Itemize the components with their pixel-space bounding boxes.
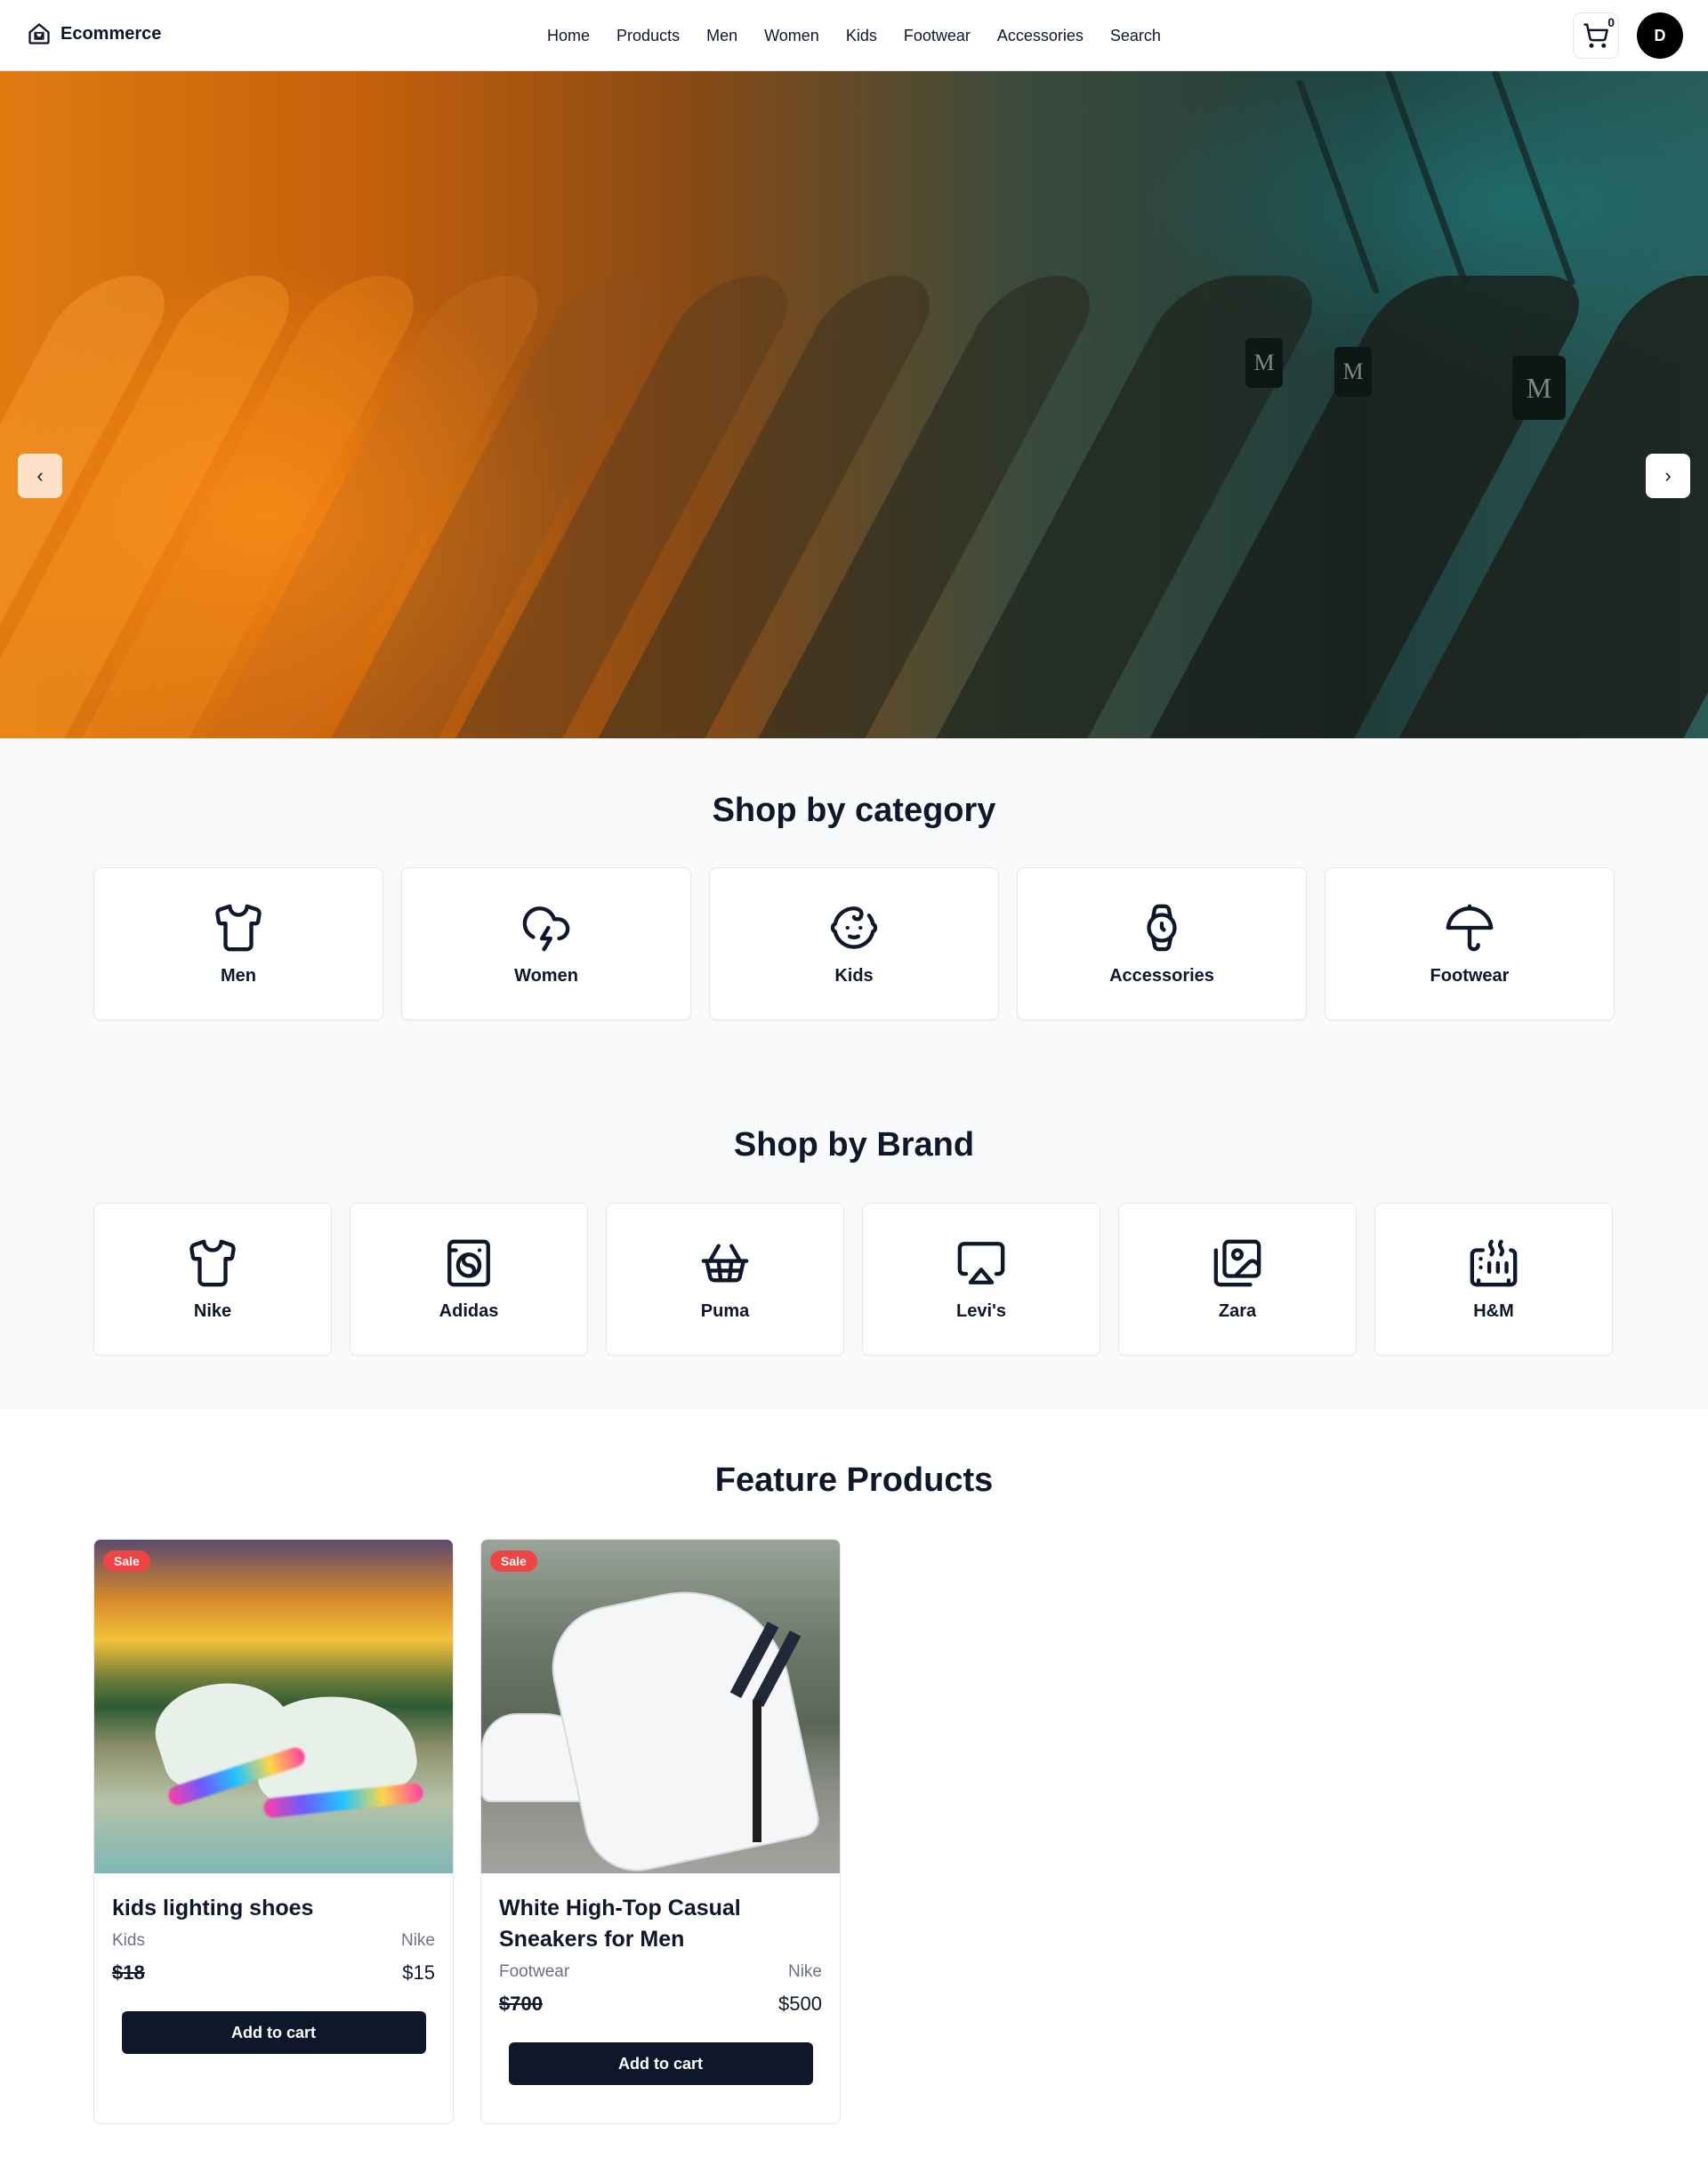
brand-label: Levi's	[956, 1300, 1006, 1321]
brand-section-title: Shop by Brand	[733, 1126, 975, 1163]
brand-card-zara[interactable]: Zara	[1118, 1203, 1357, 1356]
sale-badge: Sale	[490, 1550, 537, 1572]
category-label: Kids	[834, 965, 874, 986]
product-pricing: $700 $500	[499, 1993, 822, 2016]
category-label: Footwear	[1430, 965, 1510, 986]
product-title[interactable]: White High-Top Casual Sneakers for Men	[499, 1893, 822, 1955]
product-pricing: $18 $15	[112, 1961, 435, 1985]
umbrella-icon	[1446, 904, 1494, 951]
shopping-cart-icon	[1583, 23, 1608, 48]
nav-search[interactable]: Search	[1110, 27, 1161, 45]
cloud-lightning-icon	[522, 906, 570, 951]
category-section-title: Shop by category	[712, 792, 996, 829]
nav-footwear[interactable]: Footwear	[904, 27, 971, 45]
hero-hanger-tag: M	[1334, 347, 1372, 397]
product-brand: Nike	[400, 1931, 435, 1950]
brand-label: H&M	[1473, 1300, 1514, 1321]
product-category: Footwear	[499, 1962, 570, 1981]
brand-card-adidas[interactable]: Adidas	[350, 1203, 588, 1356]
product-info: White High-Top Casual Sneakers for Men F…	[481, 1873, 840, 2112]
carousel-prev-button[interactable]: ‹	[18, 454, 62, 498]
site-header: Ecommerce Home Products Men Women Kids F…	[0, 0, 1708, 71]
category-card-kids[interactable]: Kids	[709, 867, 999, 1020]
heater-icon	[1470, 1239, 1518, 1286]
product-category: Kids	[112, 1931, 145, 1950]
product-card[interactable]: Sale White High-Top Casual Sneakers for …	[480, 1539, 841, 2124]
brand-card-hm[interactable]: H&M	[1374, 1203, 1613, 1356]
product-meta: Kids Nike	[112, 1931, 435, 1951]
brand-card-nike[interactable]: Nike	[93, 1203, 332, 1356]
brand-list: Nike Adidas Puma Levi's Zara H&M	[93, 1203, 1613, 1356]
nav-kids[interactable]: Kids	[846, 27, 877, 45]
cart-button[interactable]: 0	[1573, 12, 1619, 59]
shirt-icon	[189, 1239, 236, 1286]
hero-hanger-tag: M	[1245, 338, 1283, 388]
original-price: $18	[112, 1961, 145, 1984]
product-meta: Footwear Nike	[499, 1962, 822, 1982]
chevron-left-icon: ‹	[36, 464, 44, 487]
sale-price: $500	[778, 1993, 822, 2015]
category-label: Men	[221, 965, 256, 986]
brand-label: Nike	[193, 1300, 232, 1321]
brand-card-levis[interactable]: Levi's	[862, 1203, 1100, 1356]
sale-price: $15	[402, 1961, 435, 1984]
nav-women[interactable]: Women	[764, 27, 819, 45]
chevron-right-icon: ›	[1664, 464, 1672, 487]
product-info: kids lighting shoes Kids Nike $18 $15 Ad…	[94, 1873, 453, 2081]
category-card-women[interactable]: Women	[401, 867, 691, 1020]
sale-badge: Sale	[103, 1550, 150, 1572]
main-nav: Home Products Men Women Kids Footwear Ac…	[0, 0, 1708, 71]
nav-home[interactable]: Home	[547, 27, 590, 45]
add-to-cart-button[interactable]: Add to cart	[508, 2042, 813, 2085]
nav-accessories[interactable]: Accessories	[997, 27, 1084, 45]
hero-hanger-tag: M	[1512, 356, 1566, 420]
brand-label: Adidas	[439, 1300, 499, 1321]
bench-leg	[753, 1700, 761, 1842]
category-list: Men Women Kids Accessories Footwear	[93, 867, 1615, 1020]
carousel-next-button[interactable]: ›	[1646, 454, 1690, 498]
sneaker-shape	[540, 1572, 823, 1873]
baby-icon	[830, 906, 878, 949]
hero-hook	[1491, 71, 1576, 285]
product-image[interactable]: Sale	[94, 1540, 453, 1873]
hero-banner: M M M ‹ ›	[0, 71, 1708, 738]
category-card-footwear[interactable]: Footwear	[1325, 867, 1615, 1020]
washing-machine-icon	[447, 1239, 490, 1286]
product-title[interactable]: kids lighting shoes	[112, 1893, 435, 1924]
images-icon	[1213, 1239, 1261, 1286]
product-card[interactable]: Sale kids lighting shoes Kids Nike $18 $…	[93, 1539, 454, 2124]
watch-icon	[1147, 904, 1177, 951]
brand-card-puma[interactable]: Puma	[606, 1203, 844, 1356]
user-avatar[interactable]: D	[1637, 12, 1683, 59]
nav-men[interactable]: Men	[706, 27, 737, 45]
shopping-basket-icon	[701, 1243, 749, 1283]
cart-count-badge: 0	[1607, 15, 1615, 29]
brand-label: Puma	[700, 1300, 750, 1321]
nav-products[interactable]: Products	[616, 27, 680, 45]
add-to-cart-button[interactable]: Add to cart	[121, 2011, 426, 2054]
product-image[interactable]: Sale	[481, 1540, 840, 1873]
airplay-icon	[957, 1241, 1005, 1284]
shop-sections: Shop by category Men Women Kids Accessor…	[0, 738, 1708, 1410]
category-card-men[interactable]: Men	[93, 867, 383, 1020]
category-label: Accessories	[1109, 965, 1214, 986]
featured-section-title: Feature Products	[714, 1461, 994, 1499]
hero-hook	[1295, 80, 1381, 294]
brand-label: Zara	[1218, 1300, 1257, 1321]
shirt-icon	[215, 904, 262, 951]
product-brand: Nike	[787, 1962, 822, 1981]
featured-product-list: Sale kids lighting shoes Kids Nike $18 $…	[93, 1539, 841, 2124]
category-label: Women	[514, 965, 578, 986]
original-price: $700	[499, 1993, 543, 2015]
hero-hook	[1384, 71, 1470, 285]
category-card-accessories[interactable]: Accessories	[1017, 867, 1307, 1020]
